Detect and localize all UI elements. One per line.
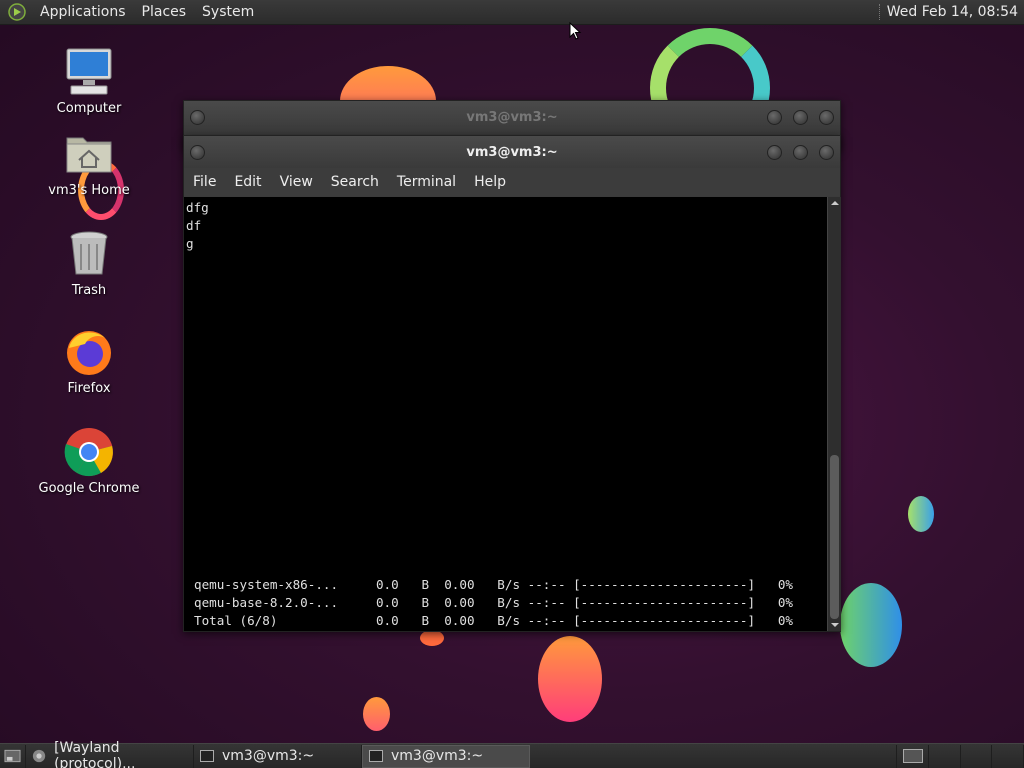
computer-icon	[63, 46, 115, 98]
decor-teal-big	[840, 583, 902, 667]
scroll-up-icon[interactable]	[828, 197, 842, 209]
panel-separator	[878, 4, 881, 20]
window-menu-icon[interactable]	[190, 144, 205, 160]
workspace-4[interactable]	[991, 744, 1023, 768]
terminal-line: dfg	[186, 200, 209, 215]
desktop-icon-label: Computer	[56, 101, 122, 116]
desktop-icon-computer[interactable]: Computer	[34, 46, 144, 116]
top-panel: Applications Places System Wed Feb 14, 0…	[0, 0, 1024, 25]
close-icon[interactable]	[819, 109, 834, 125]
terminal-title: vm3@vm3:~	[466, 144, 558, 160]
terminal-menubar: File Edit View Search Terminal Help	[184, 168, 840, 196]
menu-search[interactable]: Search	[322, 174, 388, 190]
maximize-icon[interactable]	[793, 109, 808, 125]
terminal-icon	[369, 750, 383, 762]
taskbar-item-label: vm3@vm3:~	[222, 748, 315, 764]
trash-icon	[63, 228, 115, 280]
home-folder-icon	[63, 128, 115, 180]
workspace-2[interactable]	[928, 744, 960, 768]
workspace-3[interactable]	[959, 744, 992, 768]
desktop-icon-chrome[interactable]: Google Chrome	[34, 426, 144, 496]
distro-logo-icon[interactable]	[8, 3, 26, 21]
menu-help[interactable]: Help	[465, 174, 515, 190]
close-icon[interactable]	[819, 144, 834, 160]
download-progress-line: qemu-system-x86-... 0.0 B 0.00 B/s --:--…	[194, 577, 793, 592]
scroll-down-icon[interactable]	[828, 619, 842, 631]
desktop-icon-label: Firefox	[67, 381, 111, 396]
desktop-icon-firefox[interactable]: Firefox	[34, 326, 144, 396]
desktop-icon-label: Google Chrome	[38, 481, 140, 496]
terminal-scrollbar[interactable]	[827, 197, 841, 631]
firefox-icon	[63, 326, 115, 378]
desktop-icon-label: Trash	[71, 283, 107, 298]
clock[interactable]: Wed Feb 14, 08:54	[887, 4, 1024, 20]
menu-system[interactable]: System	[194, 4, 262, 20]
desktop-icon-home[interactable]: vm3's Home	[34, 128, 144, 198]
show-desktop-button[interactable]	[0, 744, 26, 768]
taskbar-item-label: [Wayland (protocol)...	[54, 740, 136, 768]
terminal-window[interactable]: vm3@vm3:~ File Edit View Search Terminal…	[183, 135, 841, 632]
menu-applications[interactable]: Applications	[32, 4, 134, 20]
chrome-icon	[63, 426, 115, 478]
menu-file[interactable]: File	[184, 174, 225, 190]
workspace-switcher[interactable]	[896, 744, 1024, 768]
decor-teal-small	[908, 496, 934, 532]
back-window-titlebar[interactable]: vm3@vm3:~	[184, 101, 840, 133]
taskbar-item-chrome[interactable]: [Wayland (protocol)...	[26, 740, 194, 768]
minimize-icon[interactable]	[767, 144, 782, 160]
menu-edit[interactable]: Edit	[225, 174, 270, 190]
decor-orange-tiny	[420, 630, 444, 646]
decor-orange-small	[363, 697, 390, 731]
terminal-line: g	[186, 236, 194, 251]
taskbar-item-terminal-1[interactable]: vm3@vm3:~	[194, 744, 362, 768]
terminal-icon	[200, 750, 214, 762]
menu-places[interactable]: Places	[134, 4, 195, 20]
menu-terminal[interactable]: Terminal	[388, 174, 465, 190]
decor-orange-big	[538, 636, 602, 722]
scrollbar-thumb[interactable]	[830, 455, 839, 619]
taskbar-item-label: vm3@vm3:~	[391, 748, 484, 764]
download-progress-total: Total (6/8) 0.0 B 0.00 B/s --:-- [------…	[194, 613, 793, 628]
terminal-titlebar[interactable]: vm3@vm3:~	[184, 136, 840, 168]
terminal-output[interactable]: dfg df g qemu-system-x86-... 0.0 B 0.00 …	[184, 197, 827, 631]
menu-view[interactable]: View	[271, 174, 322, 190]
terminal-line: df	[186, 218, 202, 233]
desktop-icon-label: vm3's Home	[48, 183, 130, 198]
workspace-1[interactable]	[897, 745, 928, 768]
desktop-icon-trash[interactable]: Trash	[34, 228, 144, 298]
download-progress-line: qemu-base-8.2.0-... 0.0 B 0.00 B/s --:--…	[194, 595, 793, 610]
taskbar-item-terminal-2[interactable]: vm3@vm3:~	[362, 744, 530, 768]
back-window-title: vm3@vm3:~	[466, 109, 558, 125]
bottom-taskbar: [Wayland (protocol)... vm3@vm3:~ vm3@vm3…	[0, 740, 1024, 768]
mouse-cursor-icon	[569, 22, 582, 40]
maximize-icon[interactable]	[793, 144, 808, 160]
show-desktop-icon	[4, 749, 21, 763]
minimize-icon[interactable]	[767, 109, 782, 125]
chrome-icon	[32, 749, 46, 763]
window-menu-icon[interactable]	[190, 109, 205, 125]
